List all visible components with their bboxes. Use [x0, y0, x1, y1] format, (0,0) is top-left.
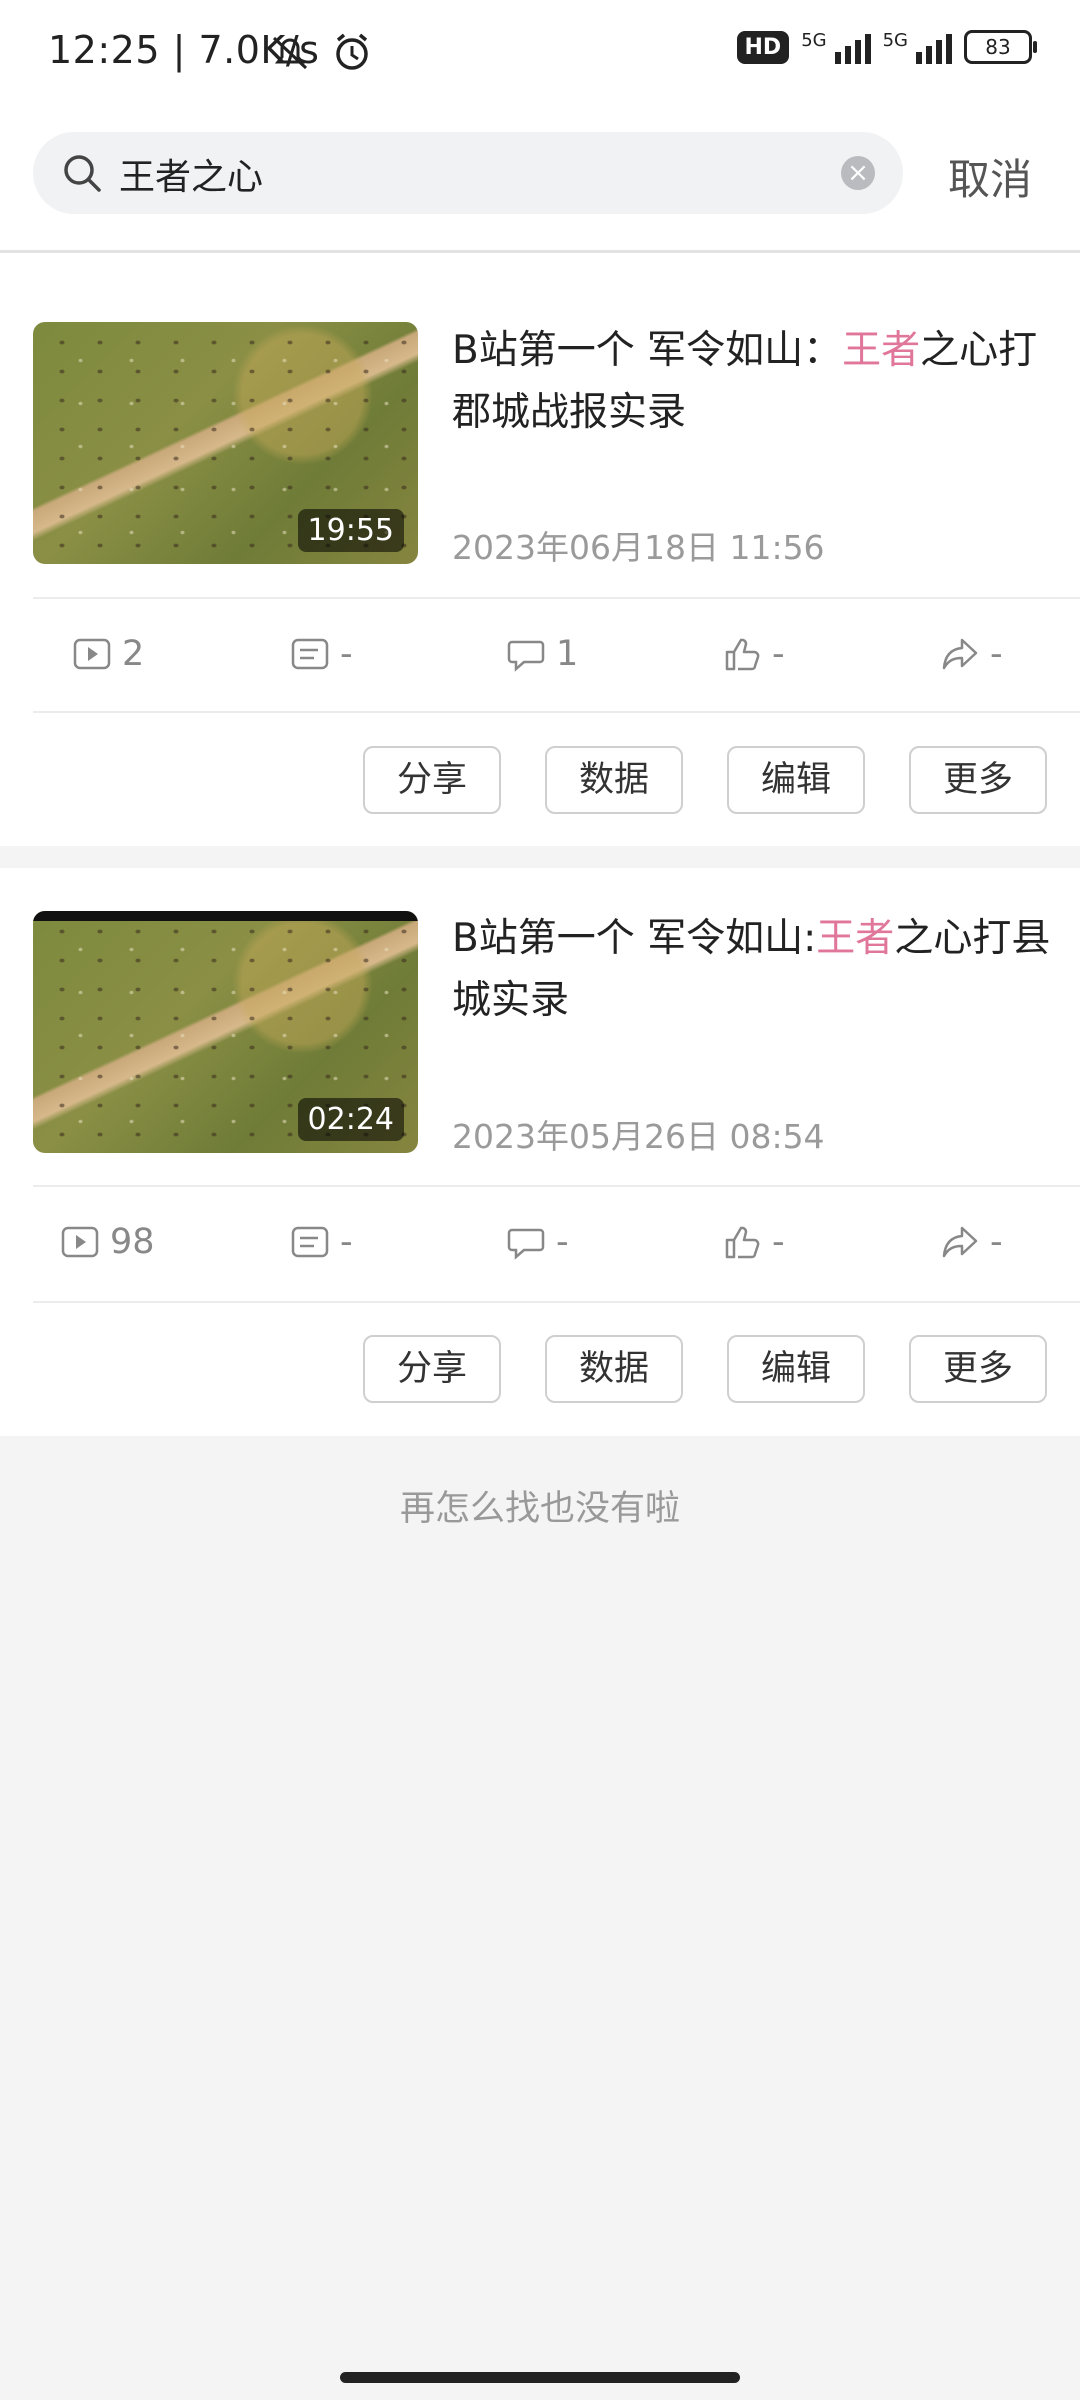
comment-count: - — [506, 1187, 569, 1297]
share-button[interactable]: 分享 — [363, 1335, 501, 1403]
video-duration: 19:55 — [297, 509, 404, 552]
video-duration: 02:24 — [297, 1098, 404, 1141]
clear-search-button[interactable]: × — [841, 156, 875, 190]
share-count: - — [940, 1187, 1003, 1297]
video-thumbnail[interactable]: 02:24 — [33, 911, 418, 1153]
edit-button[interactable]: 编辑 — [727, 1335, 865, 1403]
search-input[interactable] — [117, 132, 821, 216]
edit-button[interactable]: 编辑 — [727, 746, 865, 814]
danmaku-count: - — [290, 1187, 353, 1297]
danmaku-icon — [291, 638, 329, 670]
like-count: - — [722, 1187, 785, 1297]
highlight-keyword: 王者 — [816, 916, 895, 961]
mute-icon — [272, 36, 308, 70]
play-icon — [73, 638, 111, 670]
card-separator — [0, 846, 1080, 868]
card-divider — [33, 1301, 1080, 1303]
share-arrow-icon — [942, 1226, 978, 1258]
stats-row: 98 - - - - — [0, 1187, 1080, 1297]
data-button[interactable]: 数据 — [545, 746, 683, 814]
comment-icon — [507, 1228, 545, 1260]
share-button[interactable]: 分享 — [363, 746, 501, 814]
network-5g-label: 5G — [801, 30, 827, 51]
search-bar[interactable]: × — [33, 132, 903, 216]
danmaku-icon — [291, 1226, 329, 1258]
alarm-icon — [336, 33, 368, 70]
share-arrow-icon — [942, 638, 978, 670]
video-title[interactable]: B站第一个 军令如山：王者之心打郡城战报实录 — [452, 320, 1052, 444]
top-area: 12:25 | 7.0K/s HD 5G 5G 83 × — [0, 0, 1080, 253]
highlight-keyword: 王者 — [842, 328, 921, 373]
hd-icon: HD — [736, 30, 790, 64]
home-indicator[interactable] — [340, 2372, 740, 2383]
data-button[interactable]: 数据 — [545, 1335, 683, 1403]
thumbs-up-icon — [725, 638, 760, 671]
play-icon — [61, 1226, 99, 1258]
play-count: 2 — [72, 599, 144, 709]
video-date: 2023年06月18日 11:56 — [452, 528, 825, 567]
signal-icon — [834, 30, 871, 64]
video-card: 02:24 B站第一个 军令如山:王者之心打县城实录 2023年05月26日 0… — [0, 868, 1080, 1436]
comment-count: 1 — [506, 599, 578, 709]
cancel-button[interactable]: 取消 — [948, 146, 1032, 207]
like-count: - — [722, 599, 785, 709]
signal-icon-2 — [916, 30, 952, 64]
video-date: 2023年05月26日 08:54 — [452, 1117, 825, 1156]
more-button[interactable]: 更多 — [909, 1335, 1047, 1403]
comment-icon — [507, 640, 545, 672]
search-icon — [64, 155, 101, 192]
video-card: 19:55 B站第一个 军令如山：王者之心打郡城战报实录 2023年06月18日… — [0, 253, 1080, 846]
network-5g-label-2: 5G — [882, 30, 908, 51]
more-button[interactable]: 更多 — [909, 746, 1047, 814]
play-count: 98 — [60, 1187, 155, 1297]
video-title[interactable]: B站第一个 军令如山:王者之心打县城实录 — [452, 908, 1062, 1032]
thumbs-up-icon — [725, 1226, 760, 1259]
share-count: - — [940, 599, 1003, 709]
video-thumbnail[interactable]: 19:55 — [33, 322, 418, 564]
battery-icon: 83 — [964, 30, 1037, 64]
card-divider — [33, 711, 1080, 713]
end-of-results-text: 再怎么找也没有啦 — [399, 1489, 680, 1529]
stats-row: 2 - 1 - - — [0, 599, 1080, 709]
status-bar: 12:25 | 7.0K/s HD 5G 5G 83 — [0, 0, 1080, 110]
danmaku-count: - — [290, 599, 353, 709]
